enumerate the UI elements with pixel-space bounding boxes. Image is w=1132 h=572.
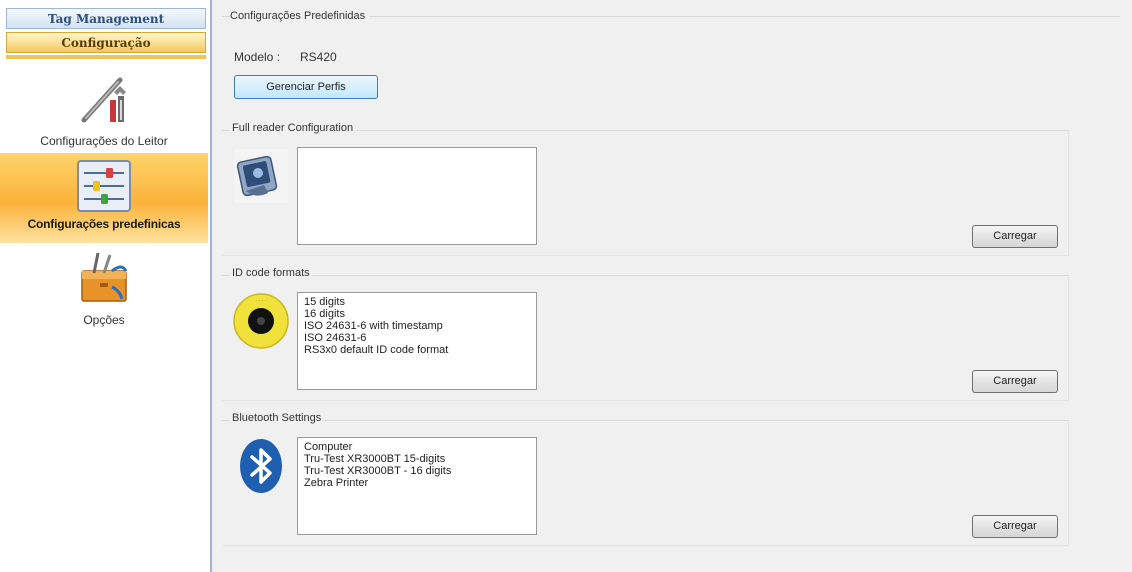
group-title: Full reader Configuration	[230, 122, 356, 134]
reader-device-icon	[234, 149, 288, 203]
tab-underline	[6, 55, 206, 59]
model-label: Modelo :	[234, 50, 281, 64]
eartag-icon: · · · ·	[233, 293, 289, 349]
main-panel: Configurações Predefinidas Modelo : RS42…	[212, 0, 1132, 572]
load-button-id-code[interactable]: Carregar	[972, 370, 1058, 393]
bluetooth-settings-list[interactable]: Computer Tru-Test XR3000BT 15-digits Tru…	[297, 437, 537, 535]
sidebar-item-configuracoes-leitor[interactable]: Configurações do Leitor	[0, 66, 208, 156]
sidebar-item-opcoes[interactable]: Opções	[0, 247, 208, 327]
model-value: RS420	[300, 50, 337, 64]
sidebar-item-label: Opções	[83, 313, 125, 327]
manage-profiles-button[interactable]: Gerenciar Perfis	[234, 75, 378, 99]
list-item[interactable]: Tru-Test XR3000BT - 16 digits	[304, 465, 530, 477]
load-button-full-reader[interactable]: Carregar	[972, 225, 1058, 248]
group-bluetooth-settings: Bluetooth Settings Computer Tru-Test XR3…	[222, 412, 1069, 546]
list-item[interactable]: Tru-Test XR3000BT 15-digits	[304, 453, 530, 465]
list-item[interactable]: 16 digits	[304, 308, 530, 320]
sliders-icon	[77, 160, 131, 212]
group-id-code-formats: ID code formats · · · · 15 digits 16 dig…	[222, 267, 1069, 401]
sidebar-item-label: Configurações do Leitor	[40, 134, 168, 148]
list-item[interactable]: Computer	[304, 441, 530, 453]
list-item[interactable]: ISO 24631-6 with timestamp	[304, 320, 530, 332]
page-title: Configurações Predefinidas	[230, 10, 370, 22]
toolbox-icon	[81, 252, 128, 302]
sidebar-item-label: Configurações predefinicas	[27, 217, 181, 231]
load-button-bluetooth[interactable]: Carregar	[972, 515, 1058, 538]
svg-text:· · · ·: · · · ·	[255, 298, 267, 304]
list-item[interactable]: 15 digits	[304, 296, 530, 308]
group-full-reader-configuration: Full reader Configuration Carregar	[222, 122, 1069, 256]
id-code-formats-list[interactable]: 15 digits 16 digits ISO 24631-6 with tim…	[297, 292, 537, 390]
tab-tag-management[interactable]: Tag Management	[6, 8, 206, 29]
list-item[interactable]: ISO 24631-6	[304, 332, 530, 344]
list-item[interactable]: Zebra Printer	[304, 477, 530, 489]
group-title: ID code formats	[230, 267, 312, 279]
bluetooth-icon	[240, 439, 282, 493]
sidebar: Tag Management Configuração Configuraçõe…	[0, 0, 212, 572]
tools-icon	[81, 77, 126, 123]
full-reader-config-list[interactable]	[297, 147, 537, 245]
sidebar-item-configuracoes-predefinicas[interactable]: Configurações predefinicas	[0, 153, 208, 243]
group-title: Bluetooth Settings	[230, 412, 324, 424]
tab-configuracao[interactable]: Configuração	[6, 32, 206, 53]
list-item[interactable]: RS3x0 default ID code format	[304, 344, 530, 356]
